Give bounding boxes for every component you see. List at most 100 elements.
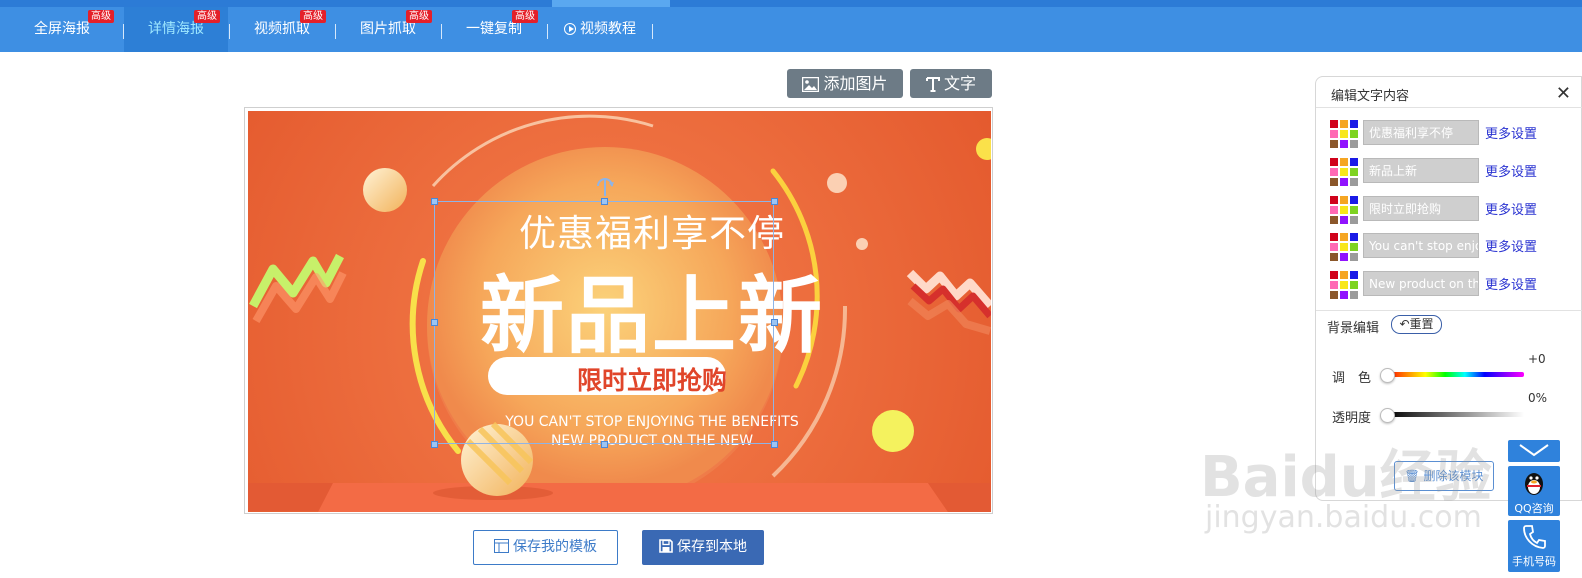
template-icon: [494, 533, 509, 566]
color-swatch[interactable]: [1350, 253, 1358, 261]
color-swatch[interactable]: [1330, 253, 1338, 261]
resize-handle[interactable]: [431, 441, 438, 448]
nav-item-image-capture[interactable]: 图片抓取 高级: [336, 7, 440, 52]
premium-badge: 高级: [300, 10, 326, 23]
color-palette-icon[interactable]: [1330, 158, 1358, 186]
more-settings-link[interactable]: 更多设置: [1485, 161, 1537, 180]
color-swatch[interactable]: [1330, 196, 1338, 204]
color-swatch[interactable]: [1330, 233, 1338, 241]
color-palette-icon[interactable]: [1330, 271, 1358, 299]
resize-handle[interactable]: [601, 441, 608, 448]
color-swatch[interactable]: [1350, 196, 1358, 204]
color-swatch[interactable]: [1330, 120, 1338, 128]
save-template-label: 保存我的模板: [513, 539, 597, 555]
color-swatch[interactable]: [1340, 253, 1348, 261]
opacity-slider-track[interactable]: [1386, 412, 1524, 417]
nav-label: 视频抓取: [254, 21, 310, 37]
color-swatch[interactable]: [1330, 243, 1338, 251]
color-swatch[interactable]: [1350, 130, 1358, 138]
color-swatch[interactable]: [1330, 291, 1338, 299]
color-swatch[interactable]: [1350, 233, 1358, 241]
color-swatch[interactable]: [1350, 216, 1358, 224]
delete-module-button[interactable]: 🗑 删除该模块: [1394, 461, 1494, 491]
color-swatch[interactable]: [1350, 140, 1358, 148]
premium-badge: 高级: [406, 10, 432, 23]
save-local-button[interactable]: 保存到本地: [642, 530, 764, 565]
qq-consult-button[interactable]: QQ咨询: [1508, 466, 1560, 516]
color-palette-icon[interactable]: [1330, 196, 1358, 224]
color-palette-icon[interactable]: [1330, 120, 1358, 148]
more-settings-link[interactable]: 更多设置: [1485, 123, 1537, 142]
color-swatch[interactable]: [1350, 281, 1358, 289]
nav-label: 全屏海报: [34, 21, 90, 37]
nav-item-fullscreen-poster[interactable]: 全屏海报 高级: [0, 7, 124, 52]
save-template-button[interactable]: 保存我的模板: [473, 530, 618, 565]
hue-value: +0: [1528, 352, 1546, 366]
color-swatch[interactable]: [1340, 243, 1348, 251]
add-image-button[interactable]: 添加图片: [787, 69, 903, 98]
color-swatch[interactable]: [1340, 281, 1348, 289]
color-swatch[interactable]: [1350, 168, 1358, 176]
color-swatch[interactable]: [1340, 233, 1348, 241]
color-swatch[interactable]: [1340, 196, 1348, 204]
opacity-slider-knob[interactable]: [1380, 408, 1395, 423]
text-icon: [925, 72, 940, 101]
color-swatch[interactable]: [1330, 271, 1338, 279]
color-swatch[interactable]: [1340, 271, 1348, 279]
color-swatch[interactable]: [1330, 281, 1338, 289]
text-content-input[interactable]: 新品上新: [1363, 158, 1479, 183]
color-swatch[interactable]: [1350, 243, 1358, 251]
rotate-icon[interactable]: [595, 174, 615, 202]
text-content-input[interactable]: 优惠福利享不停: [1363, 120, 1479, 145]
color-swatch[interactable]: [1340, 158, 1348, 166]
color-swatch[interactable]: [1330, 178, 1338, 186]
color-swatch[interactable]: [1330, 168, 1338, 176]
color-swatch[interactable]: [1340, 216, 1348, 224]
color-swatch[interactable]: [1340, 140, 1348, 148]
collapse-button[interactable]: [1508, 440, 1560, 462]
resize-handle[interactable]: [431, 198, 438, 205]
color-swatch[interactable]: [1340, 178, 1348, 186]
text-content-input[interactable]: 限时立即抢购: [1363, 196, 1479, 221]
resize-handle[interactable]: [431, 319, 438, 326]
more-settings-link[interactable]: 更多设置: [1485, 199, 1537, 218]
text-content-input[interactable]: You can't stop enjo: [1363, 233, 1479, 258]
resize-handle[interactable]: [771, 198, 778, 205]
resize-handle[interactable]: [771, 319, 778, 326]
color-swatch[interactable]: [1330, 140, 1338, 148]
qq-penguin-icon: [1508, 466, 1560, 500]
more-settings-link[interactable]: 更多设置: [1485, 274, 1537, 293]
reset-button[interactable]: ↶重置: [1391, 315, 1442, 334]
nav-item-video-tutorial[interactable]: 视频教程: [552, 7, 648, 52]
color-swatch[interactable]: [1340, 120, 1348, 128]
color-swatch[interactable]: [1350, 178, 1358, 186]
color-swatch[interactable]: [1330, 216, 1338, 224]
color-swatch[interactable]: [1340, 206, 1348, 214]
close-icon[interactable]: ✕: [1556, 83, 1571, 104]
color-swatch[interactable]: [1340, 130, 1348, 138]
color-swatch[interactable]: [1330, 130, 1338, 138]
text-content-input[interactable]: New product on the: [1363, 271, 1479, 296]
color-swatch[interactable]: [1350, 291, 1358, 299]
phone-icon: [1508, 520, 1560, 553]
color-swatch[interactable]: [1350, 158, 1358, 166]
color-swatch[interactable]: [1330, 206, 1338, 214]
nav-item-video-capture[interactable]: 视频抓取 高级: [230, 7, 334, 52]
color-swatch[interactable]: [1350, 120, 1358, 128]
nav-item-detail-poster[interactable]: 详情海报 高级: [124, 7, 228, 52]
color-palette-icon[interactable]: [1330, 233, 1358, 261]
color-swatch[interactable]: [1340, 168, 1348, 176]
opacity-label: 透明度: [1332, 411, 1372, 426]
add-text-button[interactable]: 文字: [910, 69, 992, 98]
color-swatch[interactable]: [1330, 158, 1338, 166]
phone-button[interactable]: 手机号码: [1508, 520, 1560, 572]
color-swatch[interactable]: [1350, 206, 1358, 214]
more-settings-link[interactable]: 更多设置: [1485, 236, 1537, 255]
hue-slider-knob[interactable]: [1380, 368, 1395, 383]
nav-item-one-click-copy[interactable]: 一键复制 高级: [442, 7, 546, 52]
color-swatch[interactable]: [1350, 271, 1358, 279]
selection-box[interactable]: [434, 201, 774, 444]
hue-slider-track[interactable]: [1386, 372, 1524, 377]
resize-handle[interactable]: [771, 441, 778, 448]
color-swatch[interactable]: [1340, 291, 1348, 299]
